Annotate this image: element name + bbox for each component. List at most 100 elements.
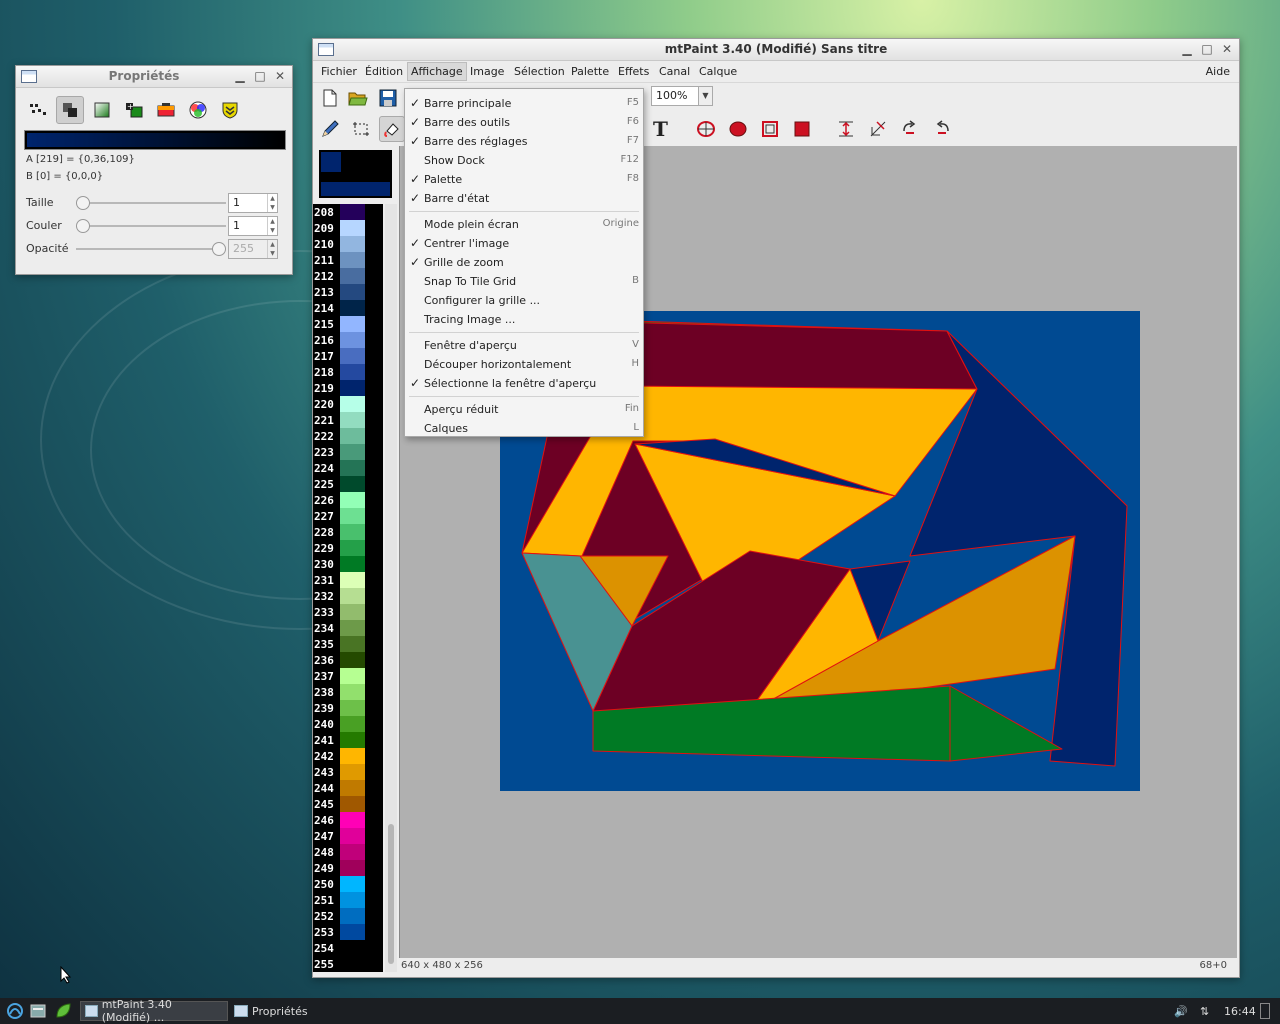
palette-swatch[interactable] <box>340 940 365 956</box>
minimize-icon[interactable]: ▁ <box>234 69 246 83</box>
flow-slider-knob[interactable] <box>76 219 90 233</box>
flow-slider[interactable] <box>76 225 226 227</box>
clock[interactable]: 16:44 <box>1220 1001 1260 1021</box>
overlay-icon[interactable] <box>56 96 84 124</box>
menu-palette[interactable]: Palette <box>568 64 612 79</box>
palette-entry[interactable]: 228 <box>313 524 383 540</box>
palette-swatch[interactable] <box>340 700 365 716</box>
palette-swatch[interactable] <box>340 636 365 652</box>
palette-swatch[interactable] <box>340 428 365 444</box>
palette-entry[interactable]: 230 <box>313 556 383 572</box>
palette-entry[interactable]: 250 <box>313 876 383 892</box>
palette-swatch[interactable] <box>340 844 365 860</box>
fill-tool-icon[interactable] <box>379 116 405 142</box>
palette-entry[interactable]: 246 <box>313 812 383 828</box>
palette-entry[interactable]: 224 <box>313 460 383 476</box>
palette-swatch[interactable] <box>340 364 365 380</box>
mtpaint-titlebar[interactable]: mtPaint 3.40 (Modifié) Sans titre ▁ □ ✕ <box>313 39 1239 61</box>
show-desktop-icon[interactable] <box>1256 1001 1274 1021</box>
rotate-clockwise-icon[interactable] <box>897 116 923 142</box>
palette-entry[interactable]: 225 <box>313 476 383 492</box>
palette-swatch[interactable] <box>340 348 365 364</box>
palette-entry[interactable]: 237 <box>313 668 383 684</box>
palette-entry[interactable]: 220 <box>313 396 383 412</box>
menu-canal[interactable]: Canal <box>656 64 693 79</box>
opacity-slider-knob[interactable] <box>212 242 226 256</box>
color-a-swatch[interactable] <box>321 152 341 172</box>
palette-entry[interactable]: 226 <box>313 492 383 508</box>
menu-calque[interactable]: Calque <box>696 64 740 79</box>
palette-entry[interactable]: 241 <box>313 732 383 748</box>
chevron-down-icon[interactable]: ▼ <box>698 87 712 105</box>
palette-entry[interactable]: 209 <box>313 220 383 236</box>
palette-entry[interactable]: 254 <box>313 940 383 956</box>
palette-swatch[interactable] <box>340 396 365 412</box>
view-menu-item[interactable]: ✓ Barre des réglages F7 <box>405 132 643 151</box>
palette-swatch[interactable] <box>340 732 365 748</box>
spin-arrows-icon[interactable]: ▲ ▼ <box>267 240 277 258</box>
properties-titlebar[interactable]: Propriétés ▁ □ ✕ <box>16 66 292 88</box>
palette-entry[interactable]: 227 <box>313 508 383 524</box>
zoom-combo[interactable]: 100% ▼ <box>651 86 713 106</box>
palette-swatch[interactable] <box>340 412 365 428</box>
palette-entry[interactable]: 249 <box>313 860 383 876</box>
palette-swatch[interactable] <box>340 300 365 316</box>
palette-entry[interactable]: 211 <box>313 252 383 268</box>
select-tool-icon[interactable] <box>348 116 374 142</box>
palette-swatch[interactable] <box>340 684 365 700</box>
palette-swatch[interactable] <box>340 876 365 892</box>
palette-swatch[interactable] <box>340 236 365 252</box>
palette-swatch[interactable] <box>340 748 365 764</box>
palette-entry[interactable]: 231 <box>313 572 383 588</box>
gradient-icon[interactable] <box>88 96 116 124</box>
palette-entry[interactable]: 245 <box>313 796 383 812</box>
view-menu-item[interactable]: Aperçu réduit Fin <box>405 400 643 419</box>
maximize-icon[interactable]: □ <box>1201 42 1213 56</box>
palette-swatch[interactable] <box>340 604 365 620</box>
menu-selection[interactable]: Sélection <box>511 64 568 79</box>
shield-icon[interactable] <box>216 96 244 124</box>
palette-swatch[interactable] <box>340 476 365 492</box>
menu-image[interactable]: Image <box>467 64 507 79</box>
palette-swatch[interactable] <box>340 204 365 220</box>
palette-entry[interactable]: 208 <box>313 204 383 220</box>
size-spinbox[interactable]: 1 ▲ ▼ <box>228 193 278 213</box>
palette-entry[interactable]: 233 <box>313 604 383 620</box>
taskbar-item-properties[interactable]: Propriétés <box>230 1001 312 1021</box>
palette-entry[interactable]: 219 <box>313 380 383 396</box>
flip-horizontal-icon[interactable] <box>865 116 891 142</box>
size-slider[interactable] <box>76 202 226 204</box>
color-ab-preview[interactable] <box>319 150 392 198</box>
palette-entry[interactable]: 243 <box>313 764 383 780</box>
save-file-icon[interactable] <box>375 85 401 111</box>
palette-swatch[interactable] <box>340 716 365 732</box>
palette-entry[interactable]: 242 <box>313 748 383 764</box>
network-icon[interactable]: ⇅ <box>1196 1001 1213 1021</box>
spin-arrows-icon[interactable]: ▲ ▼ <box>267 194 277 212</box>
view-menu-item[interactable]: Show Dock F12 <box>405 151 643 170</box>
rect-outline-icon[interactable] <box>757 116 783 142</box>
close-icon[interactable]: ✕ <box>1221 42 1233 56</box>
palette-entry[interactable]: 235 <box>313 636 383 652</box>
opacity-spinbox[interactable]: 255 ▲ ▼ <box>228 239 278 259</box>
palette-entry[interactable]: 247 <box>313 828 383 844</box>
menu-aide[interactable]: Aide <box>1203 64 1233 79</box>
palette-entry[interactable]: 213 <box>313 284 383 300</box>
palette-entry[interactable]: 251 <box>313 892 383 908</box>
text-tool-icon[interactable]: T <box>648 116 674 142</box>
palette-swatch[interactable] <box>340 460 365 476</box>
gradient-preview-bar[interactable] <box>24 130 286 150</box>
color-pick-icon[interactable]: + <box>120 96 148 124</box>
volume-icon[interactable]: 🔊 <box>1170 1001 1192 1021</box>
view-menu-item[interactable]: ✓ Sélectionne la fenêtre d'aperçu <box>405 374 643 393</box>
flip-vertical-icon[interactable] <box>833 116 859 142</box>
palette-swatch[interactable] <box>340 764 365 780</box>
palette-entry[interactable]: 234 <box>313 620 383 636</box>
palette-entry[interactable]: 214 <box>313 300 383 316</box>
pattern-icon[interactable] <box>24 96 52 124</box>
palette-swatch[interactable] <box>340 652 365 668</box>
view-menu-item[interactable]: ✓ Barre d'état <box>405 189 643 208</box>
view-menu-item[interactable]: Fenêtre d'aperçu V <box>405 336 643 355</box>
palette-swatch[interactable] <box>340 220 365 236</box>
palette-entry[interactable]: 232 <box>313 588 383 604</box>
